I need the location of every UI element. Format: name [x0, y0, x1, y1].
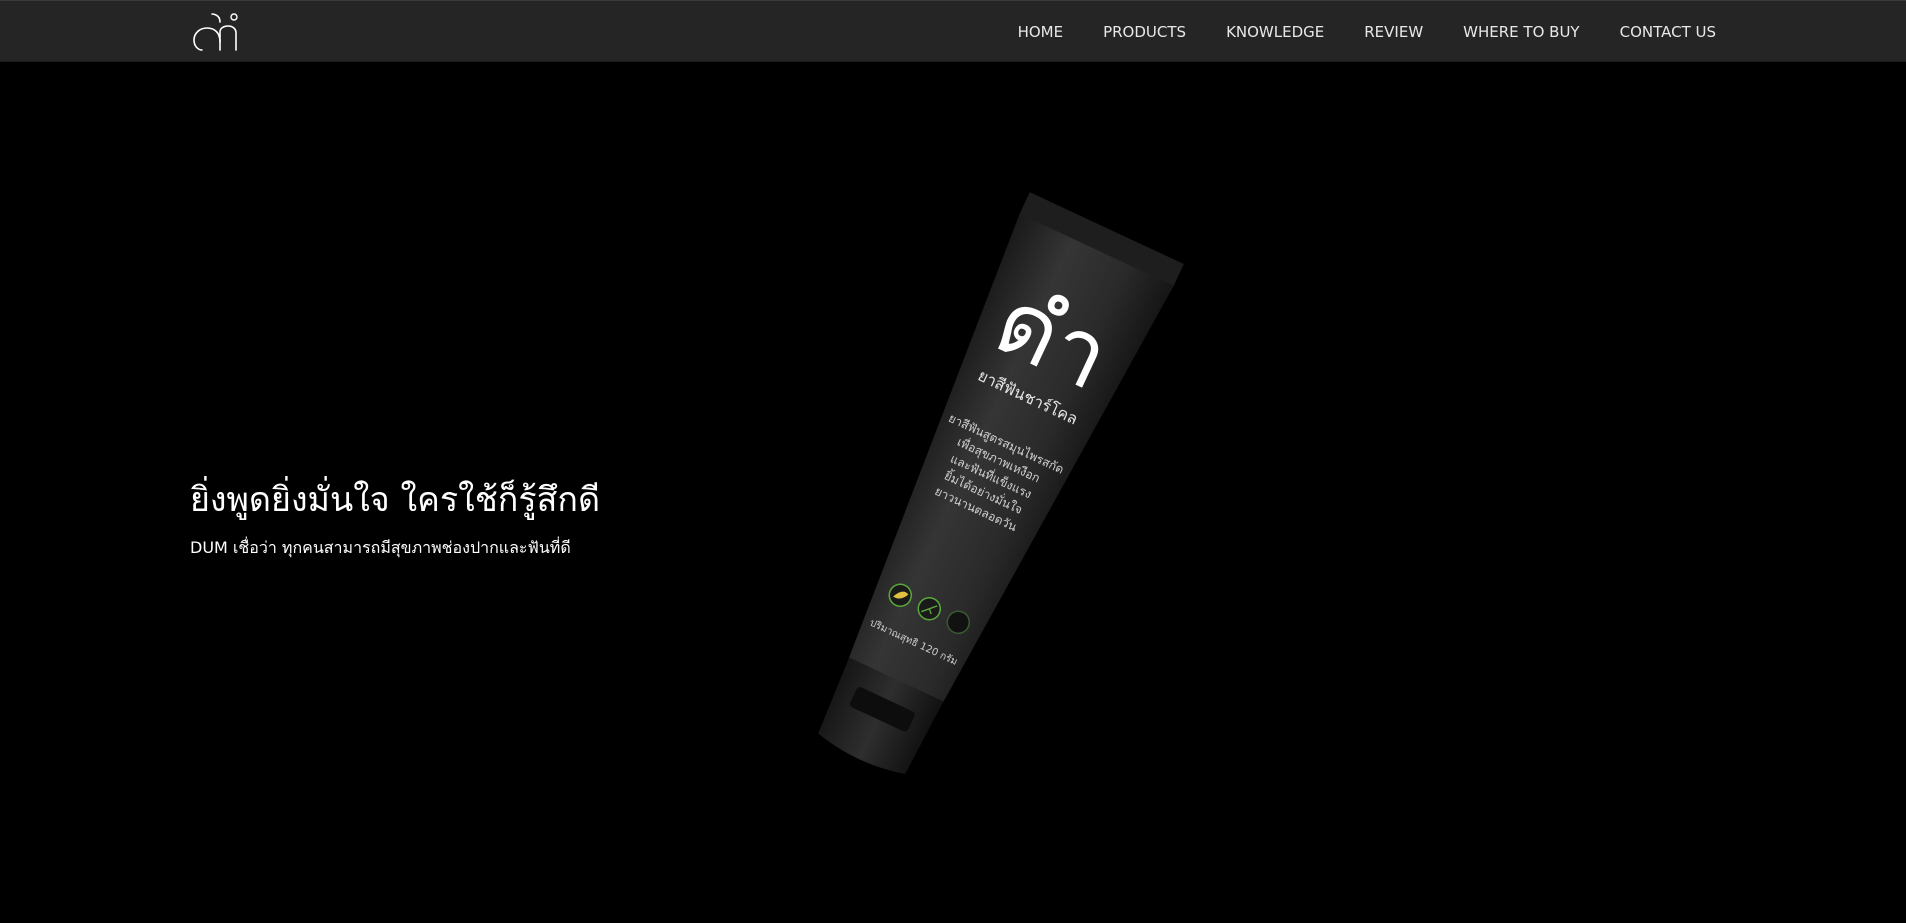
top-navbar: HOME PRODUCTS KNOWLEDGE REVIEW WHERE TO … [0, 0, 1906, 62]
hero-title: ยิ่งพูดยิ่งมั่นใจ ใครใช้ก็รู้สึกดี [190, 480, 601, 520]
nav-review[interactable]: REVIEW [1364, 23, 1423, 41]
tube-body [848, 213, 1174, 704]
nav-home[interactable]: HOME [1018, 23, 1064, 41]
nav-where-to-buy[interactable]: WHERE TO BUY [1463, 23, 1579, 41]
product-tube-image: ดำ ยาสีฟันชาร์โคล ยาสีฟันสูตรสมุนไพรสกัด… [818, 192, 1184, 775]
nav-products[interactable]: PRODUCTS [1103, 23, 1186, 41]
hero-subtitle: DUM เชื่อว่า ทุกคนสามารถมีสุขภาพช่องปากแ… [190, 538, 571, 557]
main-nav: HOME PRODUCTS KNOWLEDGE REVIEW WHERE TO … [1018, 1, 1716, 63]
nav-knowledge[interactable]: KNOWLEDGE [1226, 23, 1324, 41]
nav-contact-us[interactable]: CONTACT US [1620, 23, 1716, 41]
brand-logo[interactable] [190, 8, 242, 54]
